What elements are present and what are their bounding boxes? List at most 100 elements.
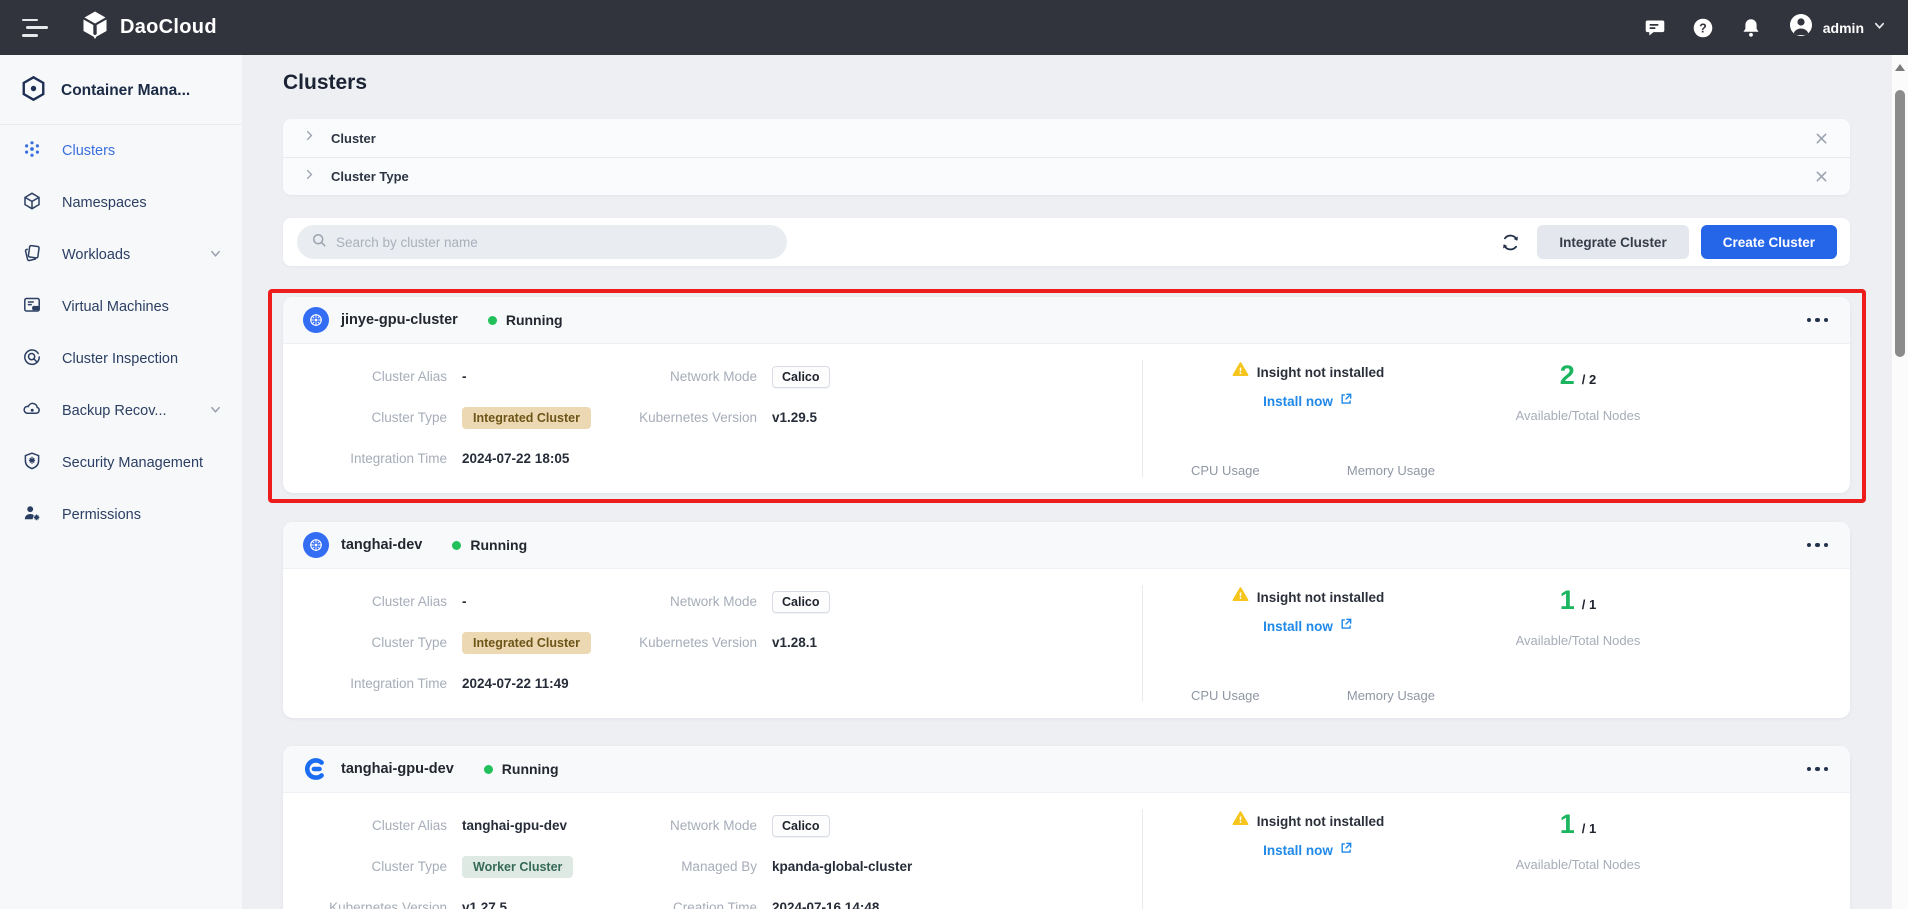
brand[interactable]: DaoCloud	[80, 10, 217, 45]
sidebar-item-label: Backup Recov...	[62, 403, 167, 419]
filter-row-cluster-type[interactable]: Cluster Type	[283, 157, 1850, 195]
help-icon[interactable]: ?	[1692, 17, 1714, 39]
cluster-name[interactable]: jinye-gpu-cluster	[341, 312, 458, 328]
scrollbar-up-arrow[interactable]	[1895, 64, 1905, 71]
field-value: v1.27.5	[462, 900, 507, 909]
field-value: -	[462, 594, 467, 609]
sidebar-item-label: Security Management	[62, 455, 203, 471]
chat-icon[interactable]	[1644, 17, 1666, 39]
cluster-name[interactable]: tanghai-dev	[341, 537, 422, 553]
field-label: Kubernetes Version	[307, 900, 447, 909]
namespaces-icon	[22, 191, 42, 215]
cluster-type-badge: Integrated Cluster	[462, 632, 591, 654]
install-now-link[interactable]: Install now	[1143, 392, 1473, 411]
user-menu[interactable]: admin	[1788, 12, 1886, 43]
network-mode-badge: Calico	[772, 815, 830, 837]
cluster-status: Running	[506, 312, 563, 328]
memory-usage-label: Memory Usage	[1347, 463, 1435, 478]
cluster-card-jinye-gpu-cluster: jinye-gpu-cluster Running Cluster Alias-…	[283, 297, 1850, 493]
vertical-scrollbar[interactable]	[1891, 55, 1908, 909]
field-label: Creation Time	[637, 900, 757, 909]
virtual-machines-icon	[22, 295, 42, 319]
running-status-dot	[488, 316, 497, 325]
scrollbar-thumb[interactable]	[1895, 90, 1905, 357]
install-now-link[interactable]: Install now	[1143, 617, 1473, 636]
filter-panel: Cluster Cluster Type	[283, 119, 1850, 195]
total-nodes-count: / 2	[1582, 372, 1596, 387]
external-link-icon	[1339, 392, 1353, 411]
filter-row-cluster[interactable]: Cluster	[283, 119, 1850, 157]
sidebar-item-namespaces[interactable]: Namespaces	[0, 177, 242, 229]
insight-warning-text: Insight not installed	[1257, 814, 1385, 829]
sidebar-item-clusters[interactable]: Clusters	[0, 125, 242, 177]
field-label: Network Mode	[637, 818, 757, 833]
cluster-name[interactable]: tanghai-gpu-dev	[341, 761, 454, 777]
cluster-type-badge: Worker Cluster	[462, 856, 573, 878]
available-nodes-count: 2	[1560, 360, 1575, 391]
warning-icon	[1232, 361, 1249, 383]
field-label: Cluster Alias	[307, 818, 447, 833]
hamburger-icon[interactable]	[22, 19, 46, 37]
container-management-icon	[20, 75, 47, 107]
nodes-caption: Available/Total Nodes	[1473, 857, 1683, 872]
field-value: 2024-07-22 18:05	[462, 451, 569, 466]
sidebar-item-label: Cluster Inspection	[62, 351, 178, 367]
sidebar-item-security-management[interactable]: Security Management	[0, 437, 242, 489]
field-label: Cluster Alias	[307, 594, 447, 609]
field-label: Cluster Type	[307, 859, 447, 874]
cluster-card-tanghai-gpu-dev: tanghai-gpu-dev Running Cluster Aliastan…	[283, 746, 1850, 909]
memory-usage-label: Memory Usage	[1347, 688, 1435, 703]
page-title: Clusters	[283, 71, 1908, 95]
refresh-icon[interactable]	[1495, 227, 1525, 257]
chevron-down-icon	[1873, 19, 1886, 37]
field-label: Network Mode	[637, 594, 757, 609]
field-label: Integration Time	[307, 451, 447, 466]
nodes-caption: Available/Total Nodes	[1473, 633, 1683, 648]
field-label: Kubernetes Version	[637, 635, 757, 650]
bell-icon[interactable]	[1740, 17, 1762, 39]
search-icon	[311, 232, 327, 253]
warning-icon	[1232, 586, 1249, 608]
nodes-caption: Available/Total Nodes	[1473, 408, 1683, 423]
search-input[interactable]	[336, 235, 773, 250]
create-cluster-button[interactable]: Create Cluster	[1701, 225, 1837, 259]
cluster-inspection-icon	[22, 347, 42, 371]
cpu-usage-label: CPU Usage	[1191, 463, 1260, 478]
field-label: Cluster Alias	[307, 369, 447, 384]
sidebar-item-backup-recovery[interactable]: Backup Recov...	[0, 385, 242, 437]
ellipsis-icon[interactable]	[1805, 761, 1831, 778]
cpu-usage-label: CPU Usage	[1191, 688, 1260, 703]
workloads-icon	[22, 243, 42, 267]
sidebar-item-cluster-inspection[interactable]: Cluster Inspection	[0, 333, 242, 385]
cluster-type-badge: Integrated Cluster	[462, 407, 591, 429]
user-name: admin	[1823, 20, 1864, 36]
clusters-icon	[22, 139, 42, 163]
install-now-link[interactable]: Install now	[1143, 841, 1473, 860]
cluster-status: Running	[502, 761, 559, 777]
search-box[interactable]	[297, 225, 787, 259]
sidebar-item-label: Workloads	[62, 247, 130, 263]
external-link-icon	[1339, 841, 1353, 860]
sidebar-item-workloads[interactable]: Workloads	[0, 229, 242, 281]
field-value: 2024-07-16 14:48	[772, 900, 879, 909]
available-nodes-count: 1	[1560, 585, 1575, 616]
ellipsis-icon[interactable]	[1805, 537, 1831, 554]
sidebar: Container Mana... Clusters Namespaces Wo…	[0, 55, 243, 909]
product-header[interactable]: Container Mana...	[0, 55, 242, 125]
product-name: Container Mana...	[61, 82, 190, 100]
external-link-icon	[1339, 617, 1353, 636]
sidebar-item-permissions[interactable]: Permissions	[0, 489, 242, 541]
network-mode-badge: Calico	[772, 591, 830, 613]
close-icon[interactable]	[1812, 168, 1830, 186]
integrate-cluster-button[interactable]: Integrate Cluster	[1537, 225, 1688, 259]
ellipsis-icon[interactable]	[1805, 312, 1831, 329]
svg-text:?: ?	[1699, 21, 1707, 35]
kubernetes-icon	[303, 532, 329, 558]
cluster-card-tanghai-dev: tanghai-dev Running Cluster Alias- Netwo…	[283, 522, 1850, 718]
total-nodes-count: / 1	[1582, 597, 1596, 612]
permissions-icon	[22, 503, 42, 527]
running-status-dot	[452, 541, 461, 550]
sidebar-item-virtual-machines[interactable]: Virtual Machines	[0, 281, 242, 333]
dce-cluster-icon	[303, 756, 329, 782]
close-icon[interactable]	[1812, 129, 1830, 147]
